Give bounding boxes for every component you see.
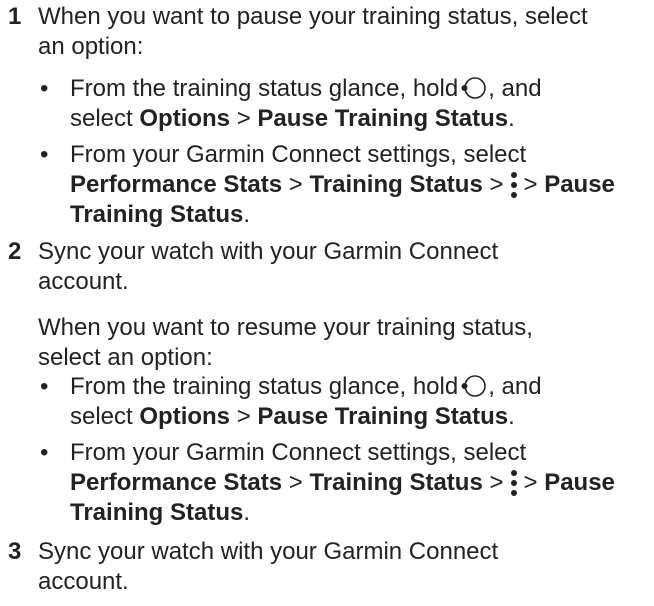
bullet-text: From your Garmin Connect settings, selec…: [70, 439, 527, 466]
bullet-text: From your Garmin Connect settings, selec…: [70, 141, 527, 168]
watch-button-icon: [461, 373, 487, 399]
path-separator: >: [489, 469, 504, 496]
menu-option: Training Status: [70, 499, 244, 526]
step-text: account.: [38, 268, 129, 295]
bullet-marker: •: [40, 373, 49, 400]
menu-option: Pause Training Status: [257, 403, 509, 430]
punctuation: .: [508, 403, 515, 430]
menu-option: Options: [139, 403, 231, 430]
path-separator: >: [236, 403, 251, 430]
step-number: 2: [8, 238, 22, 265]
step-text: Sync your watch with your Garmin Connect: [38, 538, 499, 565]
bullet-text: From the training status glance, hold: [70, 373, 459, 400]
watch-button-icon: [461, 75, 487, 101]
step-number: 3: [8, 538, 22, 565]
step-text: Sync your watch with your Garmin Connect: [38, 238, 499, 265]
bullet-text: , and: [488, 75, 542, 102]
instructions: 1 When you want to pause your training s…: [0, 0, 654, 606]
punctuation: .: [243, 201, 251, 228]
bullet-marker: •: [40, 439, 49, 466]
bullet-text: From the training status glance, hold: [70, 75, 459, 102]
menu-option: Pause Training Status: [257, 105, 509, 132]
path-separator: >: [489, 171, 504, 198]
path-separator: >: [523, 469, 538, 496]
more-menu-icon: [508, 469, 520, 497]
menu-option: Pause: [544, 171, 615, 198]
menu-option: Pause: [544, 469, 615, 496]
bullet-text: select: [70, 403, 133, 430]
path-separator: >: [523, 171, 538, 198]
step-text: select an option:: [38, 344, 213, 371]
path-separator: >: [236, 105, 251, 132]
step-text: an option:: [38, 33, 144, 60]
menu-option: Performance Stats: [70, 469, 283, 496]
bullet-marker: •: [40, 75, 49, 102]
menu-option: Training Status: [309, 171, 483, 198]
punctuation: .: [243, 499, 251, 526]
step-text: When you want to resume your training st…: [38, 314, 533, 341]
bullet-text: , and: [488, 373, 542, 400]
menu-option: Training Status: [70, 201, 244, 228]
more-menu-icon: [508, 171, 520, 199]
menu-option: Performance Stats: [70, 171, 283, 198]
step-number: 1: [8, 3, 22, 30]
menu-option: Training Status: [309, 469, 483, 496]
path-separator: >: [288, 171, 303, 198]
menu-option: Options: [139, 105, 231, 132]
path-separator: >: [288, 469, 303, 496]
bullet-marker: •: [40, 141, 49, 168]
step-text: account.: [38, 568, 129, 595]
bullet-text: select: [70, 105, 133, 132]
punctuation: .: [508, 105, 515, 132]
step-text: When you want to pause your training sta…: [38, 3, 588, 30]
